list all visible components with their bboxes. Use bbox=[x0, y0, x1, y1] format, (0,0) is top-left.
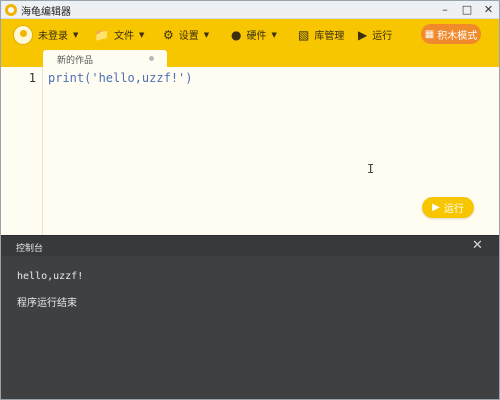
code-line[interactable]: print('hello,uzzf!') bbox=[48, 71, 193, 85]
chevron-down-icon: ▼ bbox=[271, 30, 277, 39]
hardware-menu[interactable]: ● 硬件 ▼ bbox=[231, 19, 277, 50]
app-icon bbox=[5, 4, 17, 16]
tab-label: 新的作品 bbox=[57, 56, 94, 66]
console-close-icon[interactable]: ✕ bbox=[472, 238, 483, 253]
tab-status-dot bbox=[149, 56, 154, 61]
tab-new-work[interactable]: 新的作品 bbox=[43, 50, 167, 67]
settings-menu[interactable]: ⚙ 设置 ▼ bbox=[163, 19, 209, 50]
user-login-button[interactable]: 未登录 ▼ bbox=[13, 19, 78, 50]
library-icon: ▧ bbox=[298, 27, 310, 42]
hardware-menu-label: 硬件 bbox=[246, 31, 267, 42]
file-menu[interactable]: 📁 文件 ▼ bbox=[94, 19, 144, 50]
console-header: 控制台 ✕ bbox=[1, 235, 499, 256]
chevron-down-icon: ▼ bbox=[73, 30, 79, 39]
app-window: 海龟编辑器 – □ ✕ 未登录 ▼ 📁 文件 ▼ ⚙ 设置 ▼ ● 硬件 ▼ ▧… bbox=[0, 0, 500, 400]
console-output: hello,uzzf! 程序运行结束 bbox=[1, 256, 499, 399]
library-manager-button[interactable]: ▧ 库管理 bbox=[298, 19, 344, 50]
window-title: 海龟编辑器 bbox=[21, 7, 71, 18]
console-line: hello,uzzf! bbox=[17, 271, 84, 282]
avatar bbox=[13, 24, 33, 45]
blocks-mode-button[interactable]: ▦ 积木模式 bbox=[421, 24, 481, 44]
run-button[interactable]: ▶ 运行 bbox=[422, 197, 474, 218]
text-cursor-icon: I bbox=[367, 162, 375, 176]
toolbar: 未登录 ▼ 📁 文件 ▼ ⚙ 设置 ▼ ● 硬件 ▼ ▧ 库管理 ▶ 运行 ▦ … bbox=[1, 19, 499, 50]
play-icon: ▶ bbox=[432, 202, 440, 213]
tab-bar: 新的作品 bbox=[1, 50, 499, 67]
blocks-mode-label: 积木模式 bbox=[437, 30, 478, 42]
chevron-down-icon: ▼ bbox=[203, 30, 210, 39]
title-bar: 海龟编辑器 – □ ✕ bbox=[1, 1, 499, 19]
minimize-button[interactable]: – bbox=[434, 1, 456, 19]
blocks-icon: ▦ bbox=[424, 28, 435, 40]
hardware-icon: ● bbox=[231, 27, 242, 42]
folder-icon: 📁 bbox=[94, 27, 109, 42]
user-label: 未登录 bbox=[38, 31, 68, 42]
maximize-button[interactable]: □ bbox=[456, 1, 478, 19]
close-window-button[interactable]: ✕ bbox=[478, 1, 499, 19]
run-toolbar-button[interactable]: ▶ 运行 bbox=[358, 19, 392, 50]
library-label: 库管理 bbox=[314, 31, 345, 42]
line-gutter: 1 bbox=[1, 67, 43, 235]
run-toolbar-label: 运行 bbox=[372, 31, 393, 42]
play-icon: ▶ bbox=[358, 27, 368, 42]
run-button-label: 运行 bbox=[443, 204, 464, 215]
console-title: 控制台 bbox=[16, 244, 44, 254]
console-line: 程序运行结束 bbox=[17, 298, 77, 309]
gear-icon: ⚙ bbox=[163, 27, 174, 42]
code-editor[interactable]: 1 print('hello,uzzf!') I ▶ 运行 bbox=[1, 67, 499, 235]
settings-menu-label: 设置 bbox=[178, 31, 199, 42]
line-number: 1 bbox=[28, 71, 36, 85]
chevron-down-icon: ▼ bbox=[138, 30, 145, 39]
file-menu-label: 文件 bbox=[113, 31, 134, 42]
